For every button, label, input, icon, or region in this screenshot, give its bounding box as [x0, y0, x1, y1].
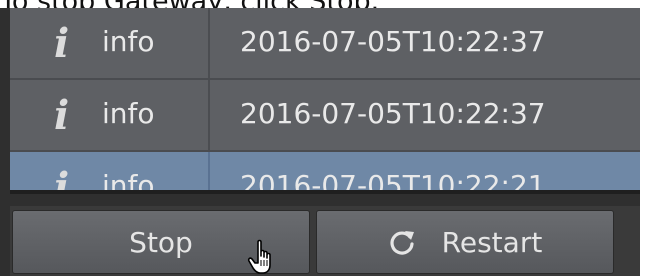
stop-button-label: Stop: [129, 225, 193, 259]
hand-cursor-icon: [247, 239, 271, 274]
info-icon: i: [54, 164, 70, 190]
level-label: info: [102, 169, 155, 190]
level-label: info: [102, 25, 155, 58]
restart-button[interactable]: Restart: [316, 210, 614, 274]
log-table: i info 2016-07-05T10:22:37 i info 2016-0…: [10, 8, 640, 190]
timestamp-cell: 2016-07-05T10:22:21: [240, 169, 546, 190]
table-row-selected[interactable]: i info 2016-07-05T10:22:21: [10, 152, 640, 190]
refresh-icon: [388, 228, 416, 256]
panel-divider: [10, 190, 640, 194]
info-icon: i: [54, 92, 70, 139]
level-cell: i info: [10, 152, 210, 190]
level-cell: i info: [10, 8, 210, 78]
info-icon: i: [54, 20, 70, 67]
log-panel: i info 2016-07-05T10:22:37 i info 2016-0…: [0, 8, 640, 276]
restart-button-label: Restart: [441, 225, 543, 259]
timestamp-cell: 2016-07-05T10:22:37: [240, 97, 546, 130]
action-toolbar: Stop Restart: [10, 206, 640, 276]
level-cell: i info: [10, 80, 210, 150]
timestamp-cell: 2016-07-05T10:22:37: [240, 25, 546, 58]
table-row[interactable]: i info 2016-07-05T10:22:37: [10, 8, 640, 80]
table-row[interactable]: i info 2016-07-05T10:22:37: [10, 80, 640, 152]
level-label: info: [102, 97, 155, 130]
